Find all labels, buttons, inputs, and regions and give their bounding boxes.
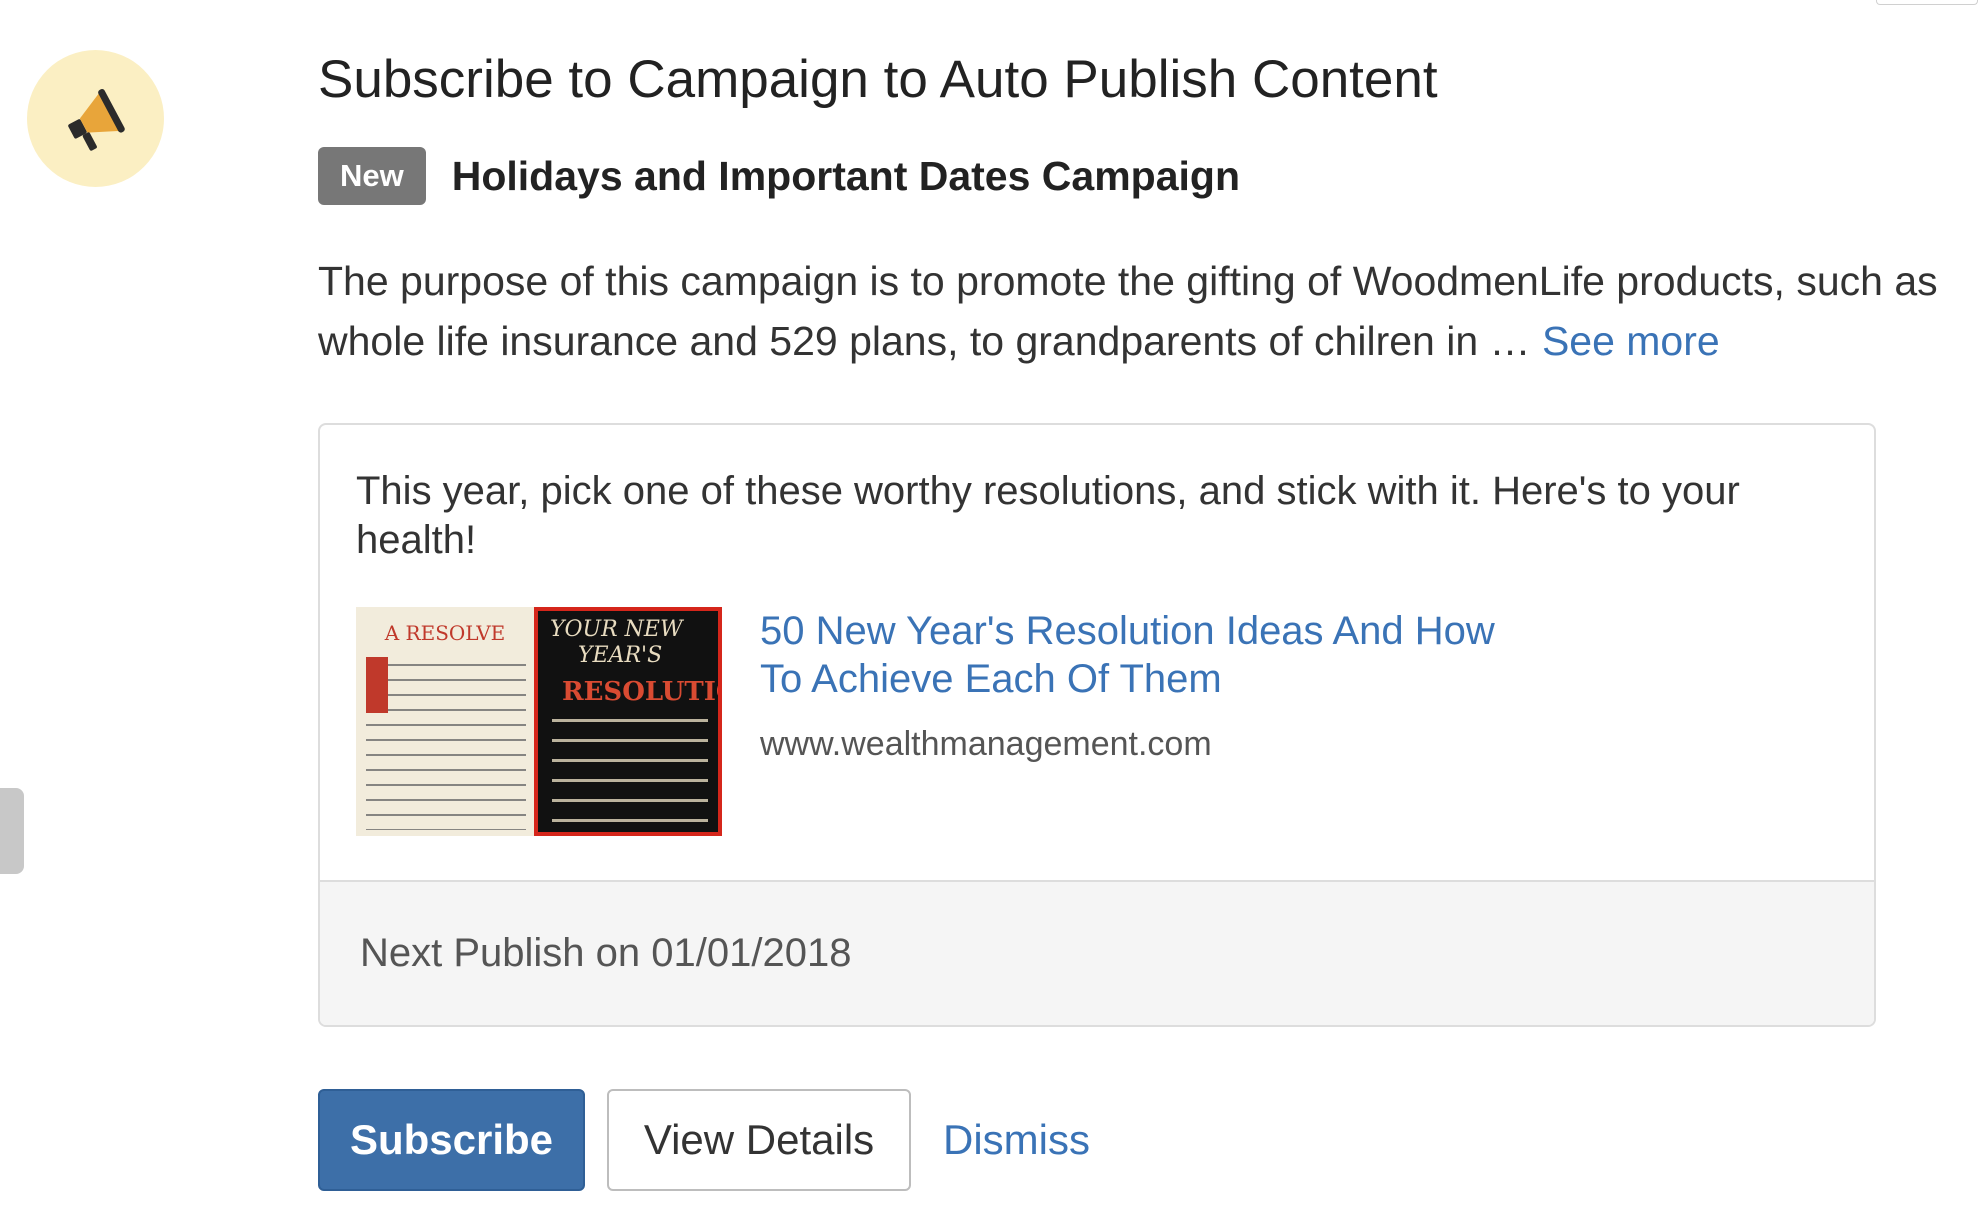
- article-link-domain: www.wealthmanagement.com: [760, 725, 1212, 763]
- content-preview-card: This year, pick one of these worthy reso…: [318, 423, 1876, 1027]
- thumbnail-left-header: A RESOLVE: [384, 621, 506, 645]
- card-body: This year, pick one of these worthy reso…: [320, 425, 1874, 884]
- thumbnail-drop-cap: [366, 657, 388, 713]
- campaign-content: Subscribe to Campaign to Auto Publish Co…: [318, 40, 1958, 371]
- campaign-description: The purpose of this campaign is to promo…: [318, 251, 1978, 371]
- link-preview[interactable]: A RESOLVE YOUR NEW YEAR'S RESOLUTION: [356, 607, 1838, 836]
- next-publish-date: Next Publish on 01/01/2018: [360, 931, 852, 975]
- thumbnail-rule: [552, 759, 708, 762]
- thumbnail-rule: [552, 739, 708, 742]
- side-panel-handle[interactable]: [0, 788, 24, 874]
- view-details-button[interactable]: View Details: [607, 1089, 911, 1191]
- megaphone-icon: [67, 88, 125, 151]
- campaign-header: New Holidays and Important Dates Campaig…: [318, 147, 1958, 205]
- thumbnail-line-3: RESOLUTION: [562, 677, 718, 707]
- link-info: 50 New Year's Resolution Ideas And How T…: [760, 607, 1520, 836]
- thumbnail-rule: [552, 719, 708, 722]
- thumbnail-text-lines: [366, 657, 526, 830]
- page: Subscribe to Campaign to Auto Publish Co…: [0, 0, 1978, 1216]
- article-link-title[interactable]: 50 New Year's Resolution Ideas And How T…: [760, 607, 1520, 703]
- thumbnail-line-2: YEAR'S: [578, 643, 663, 668]
- subscribe-button[interactable]: Subscribe: [318, 1089, 585, 1191]
- thumbnail-rule: [552, 819, 708, 822]
- campaign-name: Holidays and Important Dates Campaign: [451, 152, 1240, 199]
- card-footer: Next Publish on 01/01/2018: [320, 880, 1874, 1025]
- corner-tab[interactable]: [1876, 0, 1978, 5]
- post-text: This year, pick one of these worthy reso…: [356, 469, 1740, 562]
- thumbnail-right-panel: YOUR NEW YEAR'S RESOLUTION: [534, 607, 722, 836]
- dismiss-link[interactable]: Dismiss: [943, 1116, 1090, 1164]
- campaign-avatar: [27, 50, 164, 187]
- thumbnail-line-1: YOUR NEW: [550, 617, 683, 642]
- action-bar: Subscribe View Details Dismiss: [318, 1089, 1090, 1191]
- thumbnail-left-panel: A RESOLVE: [356, 607, 534, 836]
- new-badge: New: [318, 147, 426, 205]
- page-title: Subscribe to Campaign to Auto Publish Co…: [318, 50, 1438, 109]
- thumbnail-rule: [552, 779, 708, 782]
- see-more-link[interactable]: See more: [1542, 318, 1720, 364]
- link-thumbnail[interactable]: A RESOLVE YOUR NEW YEAR'S RESOLUTION: [356, 607, 722, 836]
- thumbnail-rule: [552, 799, 708, 802]
